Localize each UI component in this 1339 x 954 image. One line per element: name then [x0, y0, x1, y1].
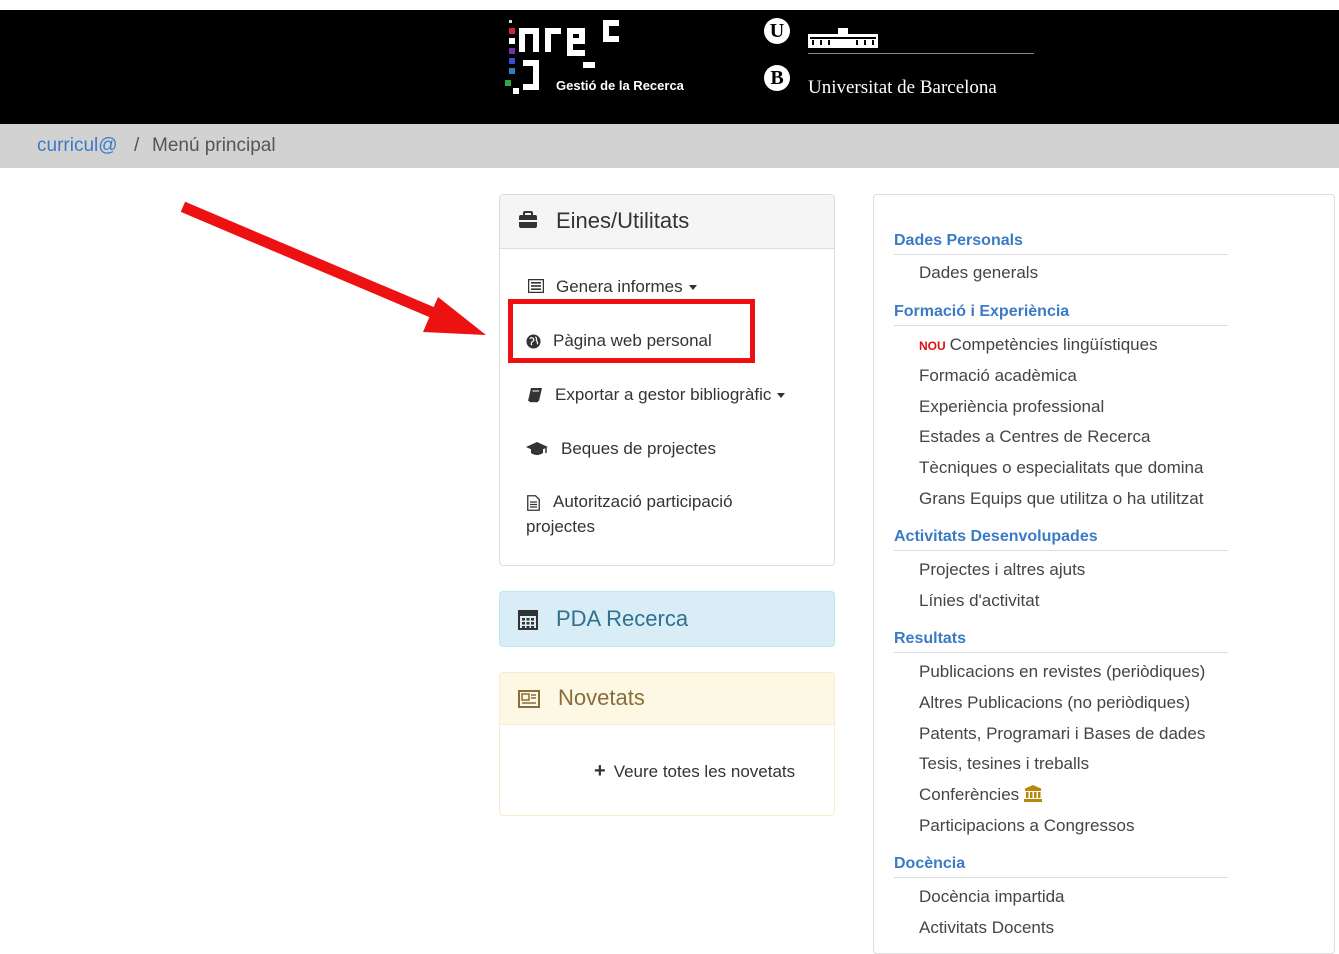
calculator-icon — [518, 610, 538, 630]
tools-panel-header: Eines/Utilitats — [500, 195, 834, 249]
section-activities[interactable]: Activitats Desenvolupades — [894, 527, 1228, 551]
project-grants-label: Beques de projectes — [561, 439, 716, 458]
menu-item-theses[interactable]: Tesis, tesines i treballs — [919, 754, 1089, 774]
briefcase-icon — [519, 211, 537, 228]
menu-item-conferences[interactable]: Conferències — [919, 785, 1043, 805]
ub-building-icon — [808, 28, 878, 48]
menu-item-activity-lines[interactable]: Línies d'activitat — [919, 591, 1039, 611]
section-training-experience[interactable]: Formació i Experiència — [894, 302, 1228, 326]
project-participation-authorization-label-line2: projectes — [526, 517, 595, 536]
top-margin — [0, 0, 1339, 10]
menu-item-research-stays[interactable]: Estades a Centres de Recerca — [919, 427, 1151, 447]
see-all-news-link[interactable]: + Veure totes les novetats — [594, 760, 795, 783]
graduation-cap-icon — [526, 442, 548, 455]
news-panel-header: Novetats — [500, 673, 834, 725]
menu-item-conferences-label: Conferències — [919, 785, 1020, 804]
dropdown-caret-icon — [777, 393, 786, 399]
tools-panel: Eines/Utilitats Genera informes Pàgina w… — [499, 194, 835, 566]
news-panel: Novetats + Veure totes les novetats — [499, 672, 835, 816]
menu-item-large-equipment[interactable]: Grans Equips que utilitza o ha utilitzat — [919, 489, 1203, 509]
menu-item-journal-publications[interactable]: Publicacions en revistes (periòdiques) — [919, 662, 1205, 682]
new-badge: NOU — [919, 339, 946, 353]
menu-item-projects[interactable]: Projectes i altres ajuts — [919, 560, 1085, 580]
document-icon — [527, 495, 540, 511]
export-bibliography-label: Exportar a gestor bibliogràfic — [555, 385, 772, 404]
ub-logo-u: U — [764, 18, 790, 44]
pda-research-title: PDA Recerca — [556, 606, 689, 631]
menu-item-teaching-taught[interactable]: Docència impartida — [919, 887, 1065, 907]
section-personal-data[interactable]: Dades Personals — [894, 231, 1228, 255]
menu-item-patents-software[interactable]: Patents, Programari i Bases de dades — [919, 724, 1205, 744]
ub-divider — [808, 53, 1034, 54]
project-participation-authorization-label: Autorització participació — [553, 492, 733, 511]
see-all-news-label: Veure totes les novetats — [613, 762, 796, 781]
breadcrumb-separator: / — [134, 135, 140, 156]
section-teaching[interactable]: Docència — [894, 854, 1228, 878]
annotation-arrow — [180, 201, 486, 335]
grec-subtitle: Gestió de la Recerca — [556, 78, 684, 93]
newspaper-icon — [518, 690, 540, 708]
menu-item-other-publications[interactable]: Altres Publicacions (no periòdiques) — [919, 693, 1190, 713]
dropdown-caret-icon — [688, 285, 697, 291]
site-header — [0, 10, 1339, 124]
menu-item-general-data[interactable]: Dades generals — [919, 263, 1038, 283]
menu-item-language-skills-label: Competències lingüístiques — [949, 335, 1158, 354]
menu-item-teaching-activities[interactable]: Activitats Docents — [919, 918, 1054, 938]
breadcrumb-current: Menú principal — [152, 135, 276, 156]
menu-item-language-skills[interactable]: NOU Competències lingüístiques — [919, 335, 1158, 356]
cv-menu-panel: Dades Personals Dades generals Formació … — [873, 194, 1335, 954]
breadcrumb-home-link[interactable]: curricul@ — [37, 124, 118, 168]
plus-icon: + — [594, 760, 606, 782]
section-results[interactable]: Resultats — [894, 629, 1228, 653]
ub-logo-b: B — [764, 65, 790, 91]
news-panel-title: Novetats — [558, 685, 645, 710]
institution-icon — [1024, 785, 1043, 802]
menu-item-congress-participations[interactable]: Participacions a Congressos — [919, 816, 1134, 836]
menu-item-professional-experience[interactable]: Experiència professional — [919, 397, 1104, 417]
ub-university-name: Universitat de Barcelona — [808, 77, 997, 98]
tools-panel-title: Eines/Utilitats — [556, 208, 690, 233]
generate-reports-label: Genera informes — [556, 277, 683, 296]
menu-item-techniques[interactable]: Tècniques o especialitats que domina — [919, 458, 1203, 478]
list-icon — [528, 279, 544, 293]
breadcrumb: curricul@ / Menú principal — [0, 124, 1339, 168]
book-icon — [528, 388, 542, 403]
menu-item-academic-training[interactable]: Formació acadèmica — [919, 366, 1077, 386]
annotation-highlight-box — [508, 299, 755, 363]
pda-research-panel[interactable]: PDA Recerca — [499, 591, 835, 647]
